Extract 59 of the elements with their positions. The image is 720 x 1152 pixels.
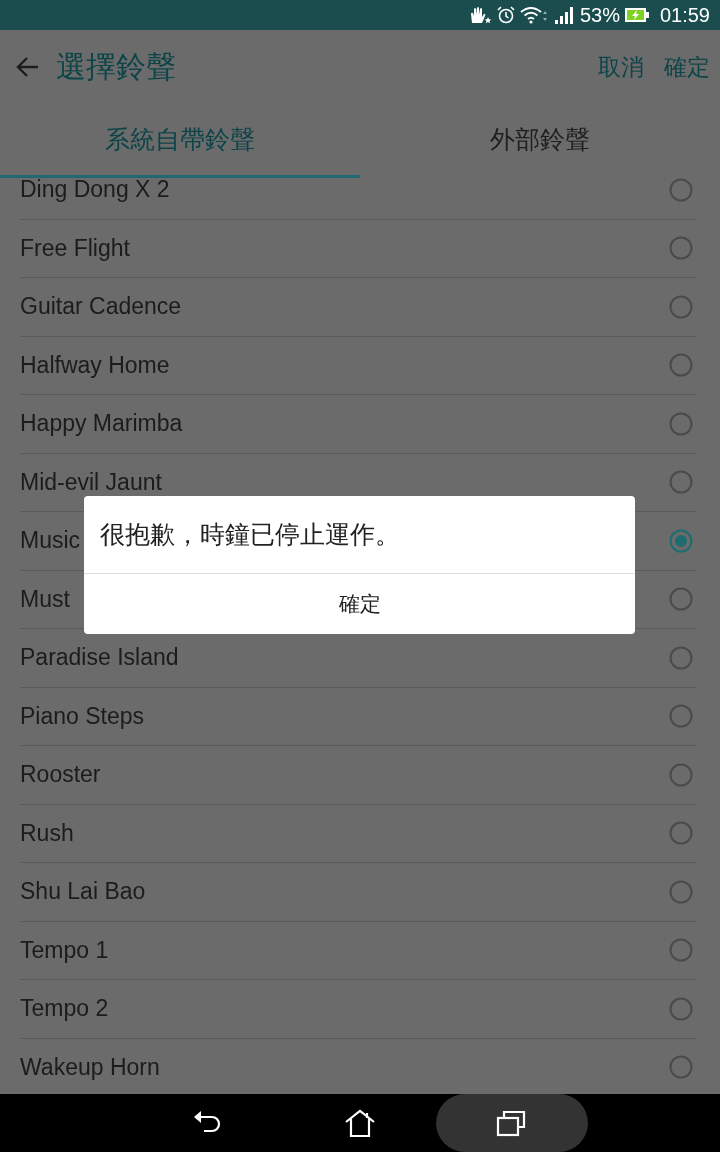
ringtone-row[interactable]: Rush (20, 804, 696, 863)
ringtone-name: Music (20, 527, 81, 555)
radio-button[interactable] (668, 586, 694, 613)
dialog-message: 很抱歉，時鐘已停止運作。 (84, 496, 635, 574)
radio-button[interactable] (668, 293, 694, 320)
ringtone-name: Piano Steps (20, 702, 145, 730)
ringtone-row[interactable]: Ding Dong X 2 (20, 178, 696, 220)
ringtone-name: Halfway Home (20, 351, 170, 379)
ringtone-name: Ding Dong X 2 (20, 178, 170, 204)
ringtone-row[interactable]: Guitar Cadence (20, 278, 696, 337)
battery-percentage: 53% (579, 3, 620, 27)
ringtone-name: Guitar Cadence (20, 293, 182, 321)
radio-button[interactable] (668, 410, 694, 437)
ringtone-name: Rush (20, 819, 74, 847)
radio-button[interactable] (668, 761, 694, 788)
ringtone-name: Tempo 1 (20, 936, 109, 964)
radio-button[interactable] (668, 995, 694, 1022)
signal-icon (553, 5, 576, 25)
ringtone-row[interactable]: Tempo 2 (20, 980, 696, 1039)
ringtone-name: Wakeup Horn (20, 1053, 160, 1081)
ringtone-name: Tempo 2 (20, 995, 109, 1023)
radio-button[interactable] (668, 820, 694, 847)
ringtone-row[interactable]: Shu Lai Bao (20, 863, 696, 922)
alarm-icon (495, 5, 516, 25)
ringtone-row[interactable]: Tempo 1 (20, 921, 696, 980)
ringtone-row[interactable]: Halfway Home (20, 336, 696, 395)
back-arrow-icon (16, 56, 40, 78)
ringtone-name: Rooster (20, 761, 101, 789)
ringtone-name: Paradise Island (20, 644, 179, 672)
tab[interactable]: 外部鈴聲 (360, 104, 720, 178)
radio-button[interactable] (668, 352, 694, 379)
ringtone-row[interactable]: Rooster (20, 746, 696, 805)
ringtone-name: Shu Lai Bao (20, 878, 146, 906)
screen-title: 選擇鈴聲 (56, 48, 177, 85)
ringtone-row[interactable]: Piano Steps (20, 687, 696, 746)
radio-button[interactable] (668, 178, 694, 203)
back-button[interactable] (16, 56, 40, 78)
wifi-icon (519, 5, 550, 25)
home-icon (344, 1108, 376, 1138)
radio-button[interactable] (668, 878, 694, 905)
radio-button[interactable] (668, 644, 694, 671)
clock-time: 01:59 (659, 3, 710, 27)
battery-charging-icon (623, 6, 650, 24)
radio-button[interactable] (668, 527, 694, 554)
radio-button[interactable] (668, 469, 694, 496)
header-action[interactable]: 取消 (598, 51, 644, 83)
radio-button[interactable] (668, 1054, 694, 1081)
ringtone-name: Free Flight (20, 234, 130, 262)
header-action[interactable]: 確定 (664, 51, 710, 83)
radio-button[interactable] (668, 235, 694, 262)
radio-button[interactable] (668, 703, 694, 730)
ringtone-row[interactable]: Free Flight (20, 219, 696, 278)
tab[interactable]: 系統自帶鈴聲 (0, 104, 360, 178)
radio-button[interactable] (668, 937, 694, 964)
ringtone-name: Mid-evil Jaunt (20, 468, 162, 496)
recents-icon (496, 1109, 528, 1137)
ringtone-row[interactable]: Happy Marimba (20, 395, 696, 454)
ringtone-name: Must (20, 585, 70, 613)
ringtone-name: Happy Marimba (20, 410, 183, 438)
